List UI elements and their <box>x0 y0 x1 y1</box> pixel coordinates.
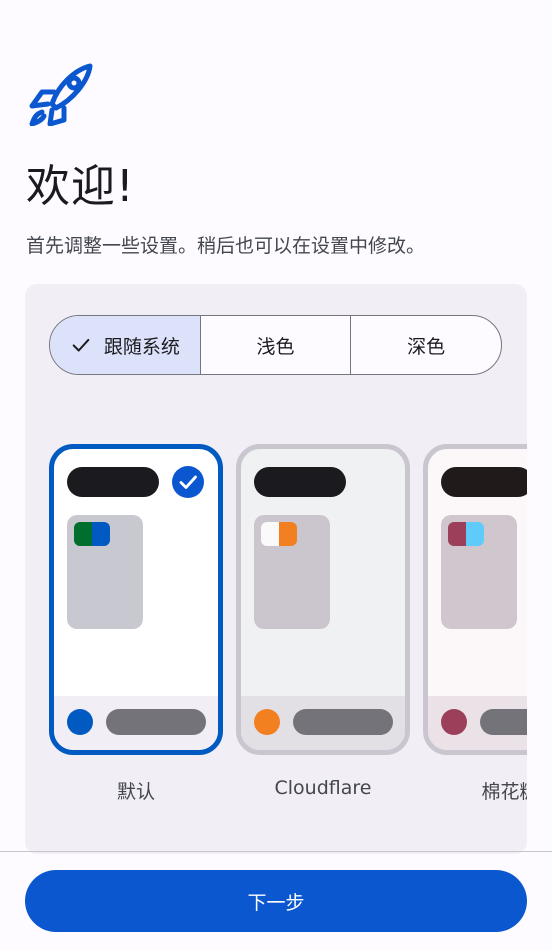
next-button[interactable]: 下一步 <box>25 870 527 932</box>
preview-top-bar <box>67 467 159 497</box>
preview-swatch <box>74 522 110 546</box>
theme-preview <box>236 444 410 755</box>
preview-pill <box>293 709 393 735</box>
selected-check-icon <box>172 466 204 498</box>
theme-name: Cloudflare <box>274 777 372 799</box>
page-title: 欢迎! <box>26 161 135 212</box>
page-subtitle: 首先调整一些设置。稍后也可以在设置中修改。 <box>26 235 426 257</box>
preview-card <box>67 515 143 629</box>
mode-option-system[interactable]: 跟随系统 <box>50 316 201 374</box>
preview-card <box>441 515 517 629</box>
preview-bottom-bar <box>428 696 527 750</box>
preview-dot <box>441 709 467 735</box>
preview-bottom-bar <box>241 696 405 750</box>
theme-name: 默认 <box>116 781 155 803</box>
footer-divider <box>0 851 552 852</box>
theme-name: 棉花糖 <box>481 781 527 803</box>
preview-top-bar <box>254 467 346 497</box>
settings-panel: 跟随系统 浅色 深色 默认 Cloudflare 棉花 <box>25 284 527 854</box>
theme-card-cotton-candy[interactable]: 棉花糖 <box>423 444 527 804</box>
mode-option-label: 跟随系统 <box>103 335 180 358</box>
preview-pill <box>106 709 206 735</box>
preview-pill <box>480 709 527 735</box>
theme-preview <box>49 444 223 755</box>
preview-dot <box>67 709 93 735</box>
mode-option-label: 深色 <box>407 335 446 358</box>
mode-option-light[interactable]: 浅色 <box>201 316 352 374</box>
check-icon <box>72 338 90 352</box>
mode-option-label: 浅色 <box>256 335 295 358</box>
preview-swatch <box>448 522 484 546</box>
theme-mode-selector: 跟随系统 浅色 深色 <box>49 315 502 375</box>
preview-card <box>254 515 330 629</box>
mode-option-dark[interactable]: 深色 <box>351 316 501 374</box>
theme-carousel: 默认 Cloudflare 棉花 <box>49 444 527 804</box>
theme-card-default[interactable]: 默认 <box>49 444 223 804</box>
preview-dot <box>254 709 280 735</box>
rocket-icon <box>29 63 93 126</box>
theme-card-cloudflare[interactable]: Cloudflare <box>236 444 410 799</box>
preview-bottom-bar <box>54 696 218 750</box>
theme-preview <box>423 444 527 755</box>
preview-top-bar <box>441 467 527 497</box>
preview-swatch <box>261 522 297 546</box>
